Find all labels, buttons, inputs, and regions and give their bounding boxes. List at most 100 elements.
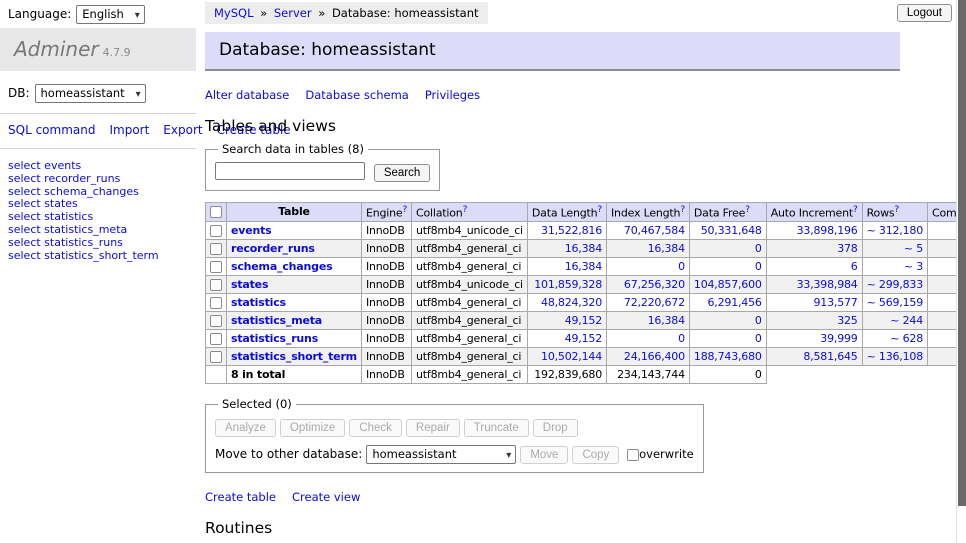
sidebar-sql-command-link[interactable]: SQL command [8,123,95,137]
truncate-button[interactable]: Truncate [464,419,529,437]
table-link[interactable]: events [231,224,272,237]
auto-increment-link[interactable]: 378 [837,242,857,255]
sidebar-item-select-statistics-meta[interactable]: select statistics_meta [8,224,188,237]
collation-cell: utf8mb4_general_ci [412,312,528,330]
auto-increment-link[interactable]: 913,577 [814,296,858,309]
select-all-checkbox[interactable] [210,206,222,218]
vertical-scrollbar[interactable] [956,0,966,543]
sidebar-item-select-recorder-runs[interactable]: select recorder_runs [8,173,188,186]
scrollbar-thumb[interactable] [958,0,966,506]
auto-increment-link[interactable]: 6 [851,260,858,273]
row-checkbox[interactable] [210,261,222,273]
create-view-link[interactable]: Create view [292,490,360,504]
alter-database-link[interactable]: Alter database [205,88,289,102]
index-length-link[interactable]: 72,220,672 [624,296,685,309]
analyze-button[interactable]: Analyze [215,419,276,437]
table-link[interactable]: statistics_runs [231,332,318,345]
index-length-link[interactable]: 16,384 [648,314,685,327]
rows-count-link[interactable]: ~ 3 [904,260,923,273]
copy-button[interactable]: Copy [572,446,619,464]
index-length-link[interactable]: 16,384 [648,242,685,255]
index-length-link[interactable]: 67,256,320 [624,278,685,291]
row-checkbox[interactable] [210,225,222,237]
table-link[interactable]: statistics [231,296,286,309]
rows-count-link[interactable]: ~ 628 [890,332,923,345]
data-length-link[interactable]: 48,824,320 [541,296,602,309]
index-length-link[interactable]: 0 [678,332,685,345]
logout-button[interactable]: Logout [897,4,952,22]
data-free-link[interactable]: 6,291,456 [708,296,762,309]
sidebar-export-link[interactable]: Export [163,123,202,137]
help-icon[interactable]: ? [680,205,685,215]
db-select[interactable]: homeassistant▾ [35,84,146,103]
col-table: Table [227,202,362,222]
index-length-link[interactable]: 24,166,400 [624,350,685,363]
rows-count-link[interactable]: ~ 569,159 [867,296,923,309]
sidebar-item-select-statistics-short-term[interactable]: select statistics_short_term [8,250,188,263]
row-checkbox[interactable] [210,351,222,363]
optimize-button[interactable]: Optimize [280,419,345,437]
data-free-link[interactable]: 0 [755,332,762,345]
table-link[interactable]: schema_changes [231,260,332,273]
data-length-link[interactable]: 10,502,144 [541,350,602,363]
table-link[interactable]: statistics_meta [231,314,322,327]
data-length-link[interactable]: 16,384 [565,242,602,255]
engine-cell: InnoDB [361,312,411,330]
data-length-link[interactable]: 31,522,816 [541,224,602,237]
index-length-link[interactable]: 0 [678,260,685,273]
privileges-link[interactable]: Privileges [425,88,480,102]
row-checkbox[interactable] [210,333,222,345]
rows-count-link[interactable]: ~ 312,180 [867,224,923,237]
breadcrumb-mysql-link[interactable]: MySQL [214,6,254,20]
language-select[interactable]: English▾ [76,5,145,24]
row-checkbox[interactable] [210,279,222,291]
database-schema-link[interactable]: Database schema [305,88,408,102]
table-link[interactable]: states [231,278,268,291]
help-icon[interactable]: ? [894,205,899,215]
sidebar-item-select-events[interactable]: select events [8,160,188,173]
data-free-link[interactable]: 0 [755,314,762,327]
auto-increment-link[interactable]: 33,398,984 [797,278,858,291]
help-icon[interactable]: ? [745,205,750,215]
auto-increment-link[interactable]: 33,898,196 [797,224,858,237]
index-length-link[interactable]: 70,467,584 [624,224,685,237]
auto-increment-link[interactable]: 39,999 [820,332,857,345]
sidebar-import-link[interactable]: Import [109,123,149,137]
data-free-link[interactable]: 104,857,600 [694,278,762,291]
adminer-logo[interactable]: Adminer4.7.9 [0,28,196,71]
data-length-link[interactable]: 49,152 [565,314,602,327]
search-input[interactable] [215,162,365,180]
drop-button[interactable]: Drop [533,419,578,437]
table-link[interactable]: recorder_runs [231,242,315,255]
move-button[interactable]: Move [520,446,568,464]
breadcrumb-server-link[interactable]: Server [274,6,312,20]
help-icon[interactable]: ? [463,205,468,215]
help-icon[interactable]: ? [597,205,602,215]
rows-count-link[interactable]: ~ 5 [904,242,923,255]
create-table-link[interactable]: Create table [205,490,276,504]
check-button[interactable]: Check [349,419,402,437]
data-free-link[interactable]: 50,331,648 [701,224,762,237]
search-button[interactable]: Search [374,164,430,182]
sidebar-item-select-statistics-runs[interactable]: select statistics_runs [8,237,188,250]
rows-count-link[interactable]: ~ 136,108 [867,350,923,363]
auto-increment-link[interactable]: 8,581,645 [803,350,857,363]
data-length-link[interactable]: 101,859,328 [534,278,602,291]
data-length-link[interactable]: 16,384 [565,260,602,273]
data-free-link[interactable]: 0 [755,260,762,273]
table-link[interactable]: statistics_short_term [231,350,357,363]
overwrite-checkbox[interactable] [627,449,639,461]
data-length-link[interactable]: 49,152 [565,332,602,345]
row-checkbox[interactable] [210,243,222,255]
auto-increment-link[interactable]: 325 [837,314,857,327]
row-checkbox[interactable] [210,315,222,327]
move-db-select[interactable]: homeassistant▾ [366,445,516,464]
rows-count-link[interactable]: ~ 244 [890,314,923,327]
data-free-link[interactable]: 0 [755,242,762,255]
repair-button[interactable]: Repair [406,419,460,437]
help-icon[interactable]: ? [402,205,407,215]
help-icon[interactable]: ? [853,205,858,215]
data-free-link[interactable]: 188,743,680 [694,350,762,363]
row-checkbox[interactable] [210,297,222,309]
rows-count-link[interactable]: ~ 299,833 [867,278,923,291]
